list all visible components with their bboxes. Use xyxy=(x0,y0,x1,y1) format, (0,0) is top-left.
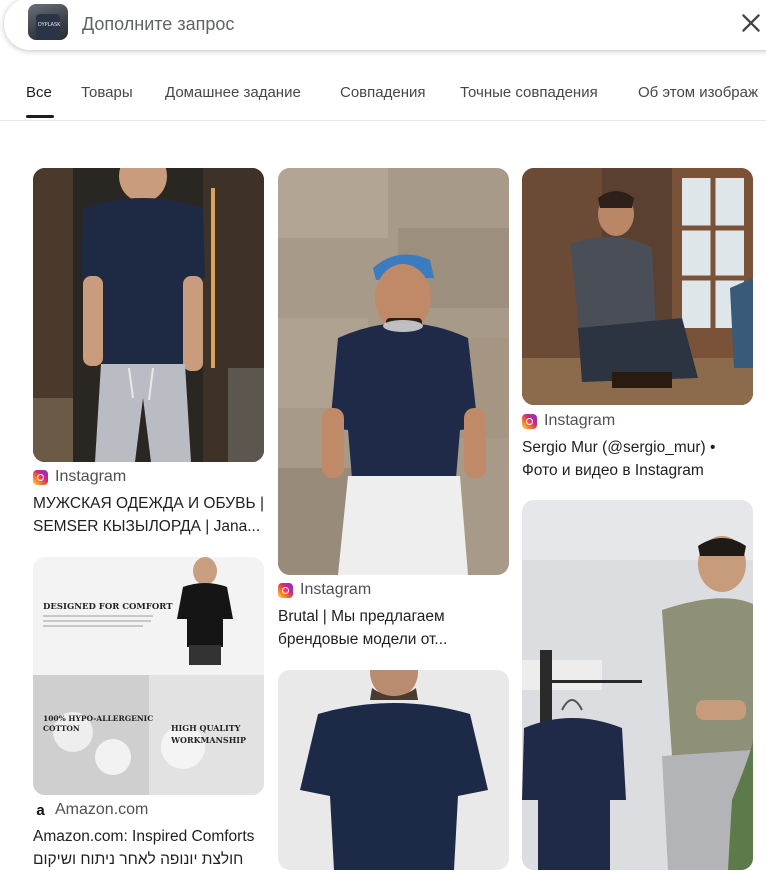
tab-matches[interactable]: Совпадения xyxy=(340,84,426,101)
result-image[interactable] xyxy=(33,168,264,462)
ad-badge2-line1: HIGH QUALITY xyxy=(171,723,241,733)
ad-headline: DESIGNED FOR COMFORT xyxy=(43,602,173,612)
query-image-thumbnail[interactable]: DYPLASK xyxy=(28,4,68,40)
result-image[interactable] xyxy=(522,168,753,405)
result-title[interactable]: МУЖСКАЯ ОДЕЖДА И ОБУВЬ | SEMSER КЫЗЫЛОРД… xyxy=(33,492,264,538)
result-image[interactable] xyxy=(278,670,509,870)
ad-badge2-line2: WORKMANSHIP xyxy=(170,735,246,745)
result-title[interactable]: Amazon.com: Inspired Comforts חולצת יונו… xyxy=(33,825,264,871)
result-source[interactable]: a Amazon.com xyxy=(33,800,148,820)
title-line: Amazon.com: Inspired Comforts xyxy=(33,828,255,845)
title-line: SEMSER КЫЗЫЛОРДА | Jana... xyxy=(33,518,261,535)
tab-exact-matches[interactable]: Точные совпадения xyxy=(460,84,598,101)
active-tab-indicator xyxy=(26,115,54,118)
tab-about-image[interactable]: Об этом изображ xyxy=(638,84,758,101)
result-title[interactable]: Sergio Mur (@sergio_mur) • Фото и видео … xyxy=(522,436,753,482)
tab-products[interactable]: Товары xyxy=(81,84,133,101)
result-image[interactable] xyxy=(522,500,753,870)
instagram-icon xyxy=(522,413,537,429)
thumbnail-text: DYPLASK xyxy=(38,22,61,28)
title-line: Фото и видео в Instagram xyxy=(522,462,704,479)
amazon-icon: a xyxy=(36,801,45,819)
tab-homework[interactable]: Домашнее задание xyxy=(165,84,301,101)
source-name: Instagram xyxy=(55,468,127,485)
search-input[interactable] xyxy=(80,10,644,38)
close-icon[interactable] xyxy=(738,10,764,36)
title-line: Sergio Mur (@sergio_mur) • xyxy=(522,439,716,456)
instagram-icon xyxy=(33,469,48,485)
source-name: Amazon.com xyxy=(55,801,149,818)
result-source[interactable]: Instagram xyxy=(278,580,371,600)
ad-badge1-line1: 100% HYPO-ALLERGENIC xyxy=(43,714,153,723)
title-line: חולצת יונופה לאחר ניתוח ושיקום xyxy=(33,851,244,868)
tab-all[interactable]: Все xyxy=(26,84,52,101)
title-line: брендовые модели от... xyxy=(278,631,448,648)
result-image[interactable] xyxy=(278,168,509,575)
instagram-icon xyxy=(278,582,293,598)
result-title[interactable]: Brutal | Мы предлагаем брендовые модели … xyxy=(278,605,509,651)
result-image[interactable]: DESIGNED FOR COMFORT 100% HYPO-ALLERGENI… xyxy=(33,557,264,795)
source-name: Instagram xyxy=(544,412,616,429)
source-name: Instagram xyxy=(300,581,372,598)
filter-tabs: Все Товары Домашнее задание Совпадения Т… xyxy=(0,78,766,121)
result-source[interactable]: Instagram xyxy=(522,411,615,431)
result-source[interactable]: Instagram xyxy=(33,467,126,487)
search-bar: DYPLASK xyxy=(4,0,766,50)
title-line: МУЖСКАЯ ОДЕЖДА И ОБУВЬ | xyxy=(33,495,264,512)
title-line: Brutal | Мы предлагаем xyxy=(278,608,445,625)
ad-headline-group: DESIGNED FOR COMFORT xyxy=(43,602,173,612)
ad-badge1-line2: COTTON xyxy=(43,724,80,733)
